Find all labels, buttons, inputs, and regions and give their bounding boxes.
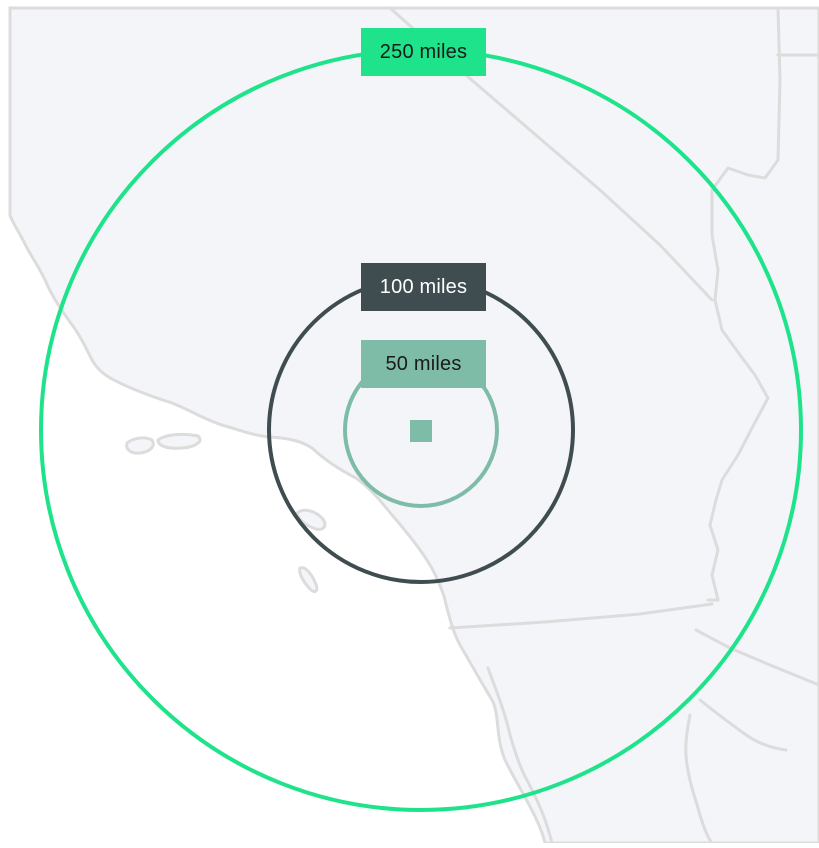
- island-shape: [125, 436, 155, 455]
- square-location-marker-icon[interactable]: [410, 420, 432, 442]
- ring-label-100-miles: 100 miles: [361, 263, 486, 311]
- map-canvas: [0, 0, 819, 845]
- ring-label-50-miles: 50 miles: [361, 340, 486, 388]
- radius-map: 250 miles 100 miles 50 miles: [0, 0, 819, 845]
- ring-label-250-miles: 250 miles: [361, 28, 486, 76]
- island-shape: [156, 432, 202, 450]
